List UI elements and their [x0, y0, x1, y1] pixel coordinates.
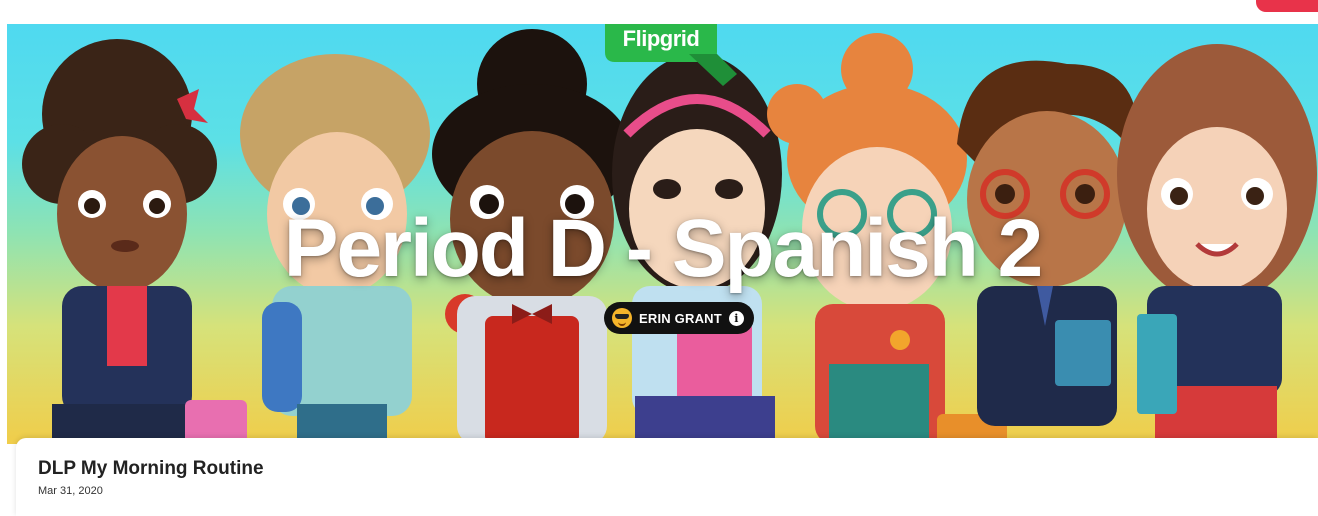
topic-date: Mar 31, 2020	[38, 485, 103, 497]
info-icon[interactable]: i	[728, 310, 744, 326]
owner-chip[interactable]: ERIN GRANT i	[604, 302, 754, 334]
topic-card[interactable]: DLP My Morning Routine Mar 31, 2020	[16, 438, 1318, 516]
flipgrid-logo[interactable]: Flipgrid	[605, 24, 745, 90]
topic-title: DLP My Morning Routine	[38, 458, 264, 479]
logo-text: Flipgrid	[622, 26, 700, 51]
top-bar	[0, 0, 1318, 24]
header-action-button[interactable]	[1256, 0, 1318, 12]
grid-title: Period D - Spanish 2	[283, 203, 1043, 294]
owner-name: ERIN GRANT	[639, 310, 722, 326]
grid-banner: Flipgrid Period D - Spanish 2 ERIN GRANT…	[7, 24, 1318, 444]
sunglasses-emoji-icon	[612, 308, 632, 328]
